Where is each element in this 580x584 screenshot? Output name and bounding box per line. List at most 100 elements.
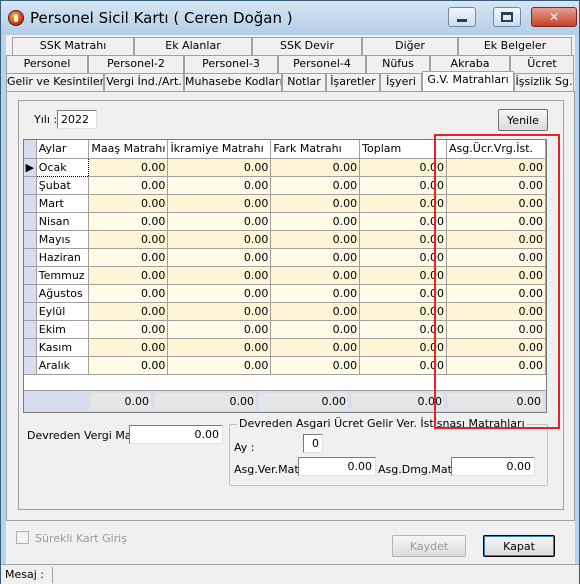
row-indicator[interactable] <box>24 194 37 213</box>
tab-ucret[interactable]: Ücret <box>510 55 574 73</box>
tab-muhasebe-kodlari[interactable]: Muhasebe Kodları <box>184 73 282 91</box>
min-wage-exemption-cell[interactable]: 0.00 <box>446 248 546 267</box>
bonus-base-cell[interactable]: 0.00 <box>167 248 272 267</box>
table-row[interactable]: Ağustos 0.00 0.00 0.00 0.00 0.00 <box>24 284 546 303</box>
salary-base-cell[interactable]: 0.00 <box>88 230 169 249</box>
tab-notlar[interactable]: Notlar <box>282 73 326 91</box>
month-cell[interactable]: Nisan <box>36 212 90 231</box>
month-cell[interactable]: Şubat <box>36 176 90 195</box>
title-bar[interactable]: Personel Sicil Kartı ( Ceren Doğan ) ✕ <box>1 1 579 35</box>
column-header-total[interactable]: Toplam <box>359 140 448 159</box>
difference-base-cell[interactable]: 0.00 <box>270 356 361 375</box>
table-row[interactable]: Haziran 0.00 0.00 0.00 0.00 0.00 <box>24 248 546 267</box>
difference-base-cell[interactable]: 0.00 <box>270 302 361 321</box>
bonus-base-cell[interactable]: 0.00 <box>167 194 272 213</box>
salary-base-cell[interactable]: 0.00 <box>88 158 169 177</box>
row-indicator[interactable] <box>24 302 37 321</box>
gv-matrah-grid[interactable]: Aylar Maaş Matrahı İkramiye Matrahı Fark… <box>23 139 547 413</box>
month-cell[interactable]: Eylül <box>36 302 90 321</box>
month-cell[interactable]: Aralık <box>36 356 90 375</box>
table-row[interactable]: ▶ Ocak 0.00 0.00 0.00 0.00 0.00 <box>24 157 546 177</box>
month-cell[interactable]: Mart <box>36 194 90 213</box>
tab-vergi-ind-art[interactable]: Vergi İnd./Art. <box>104 73 184 91</box>
table-row[interactable]: Mart 0.00 0.00 0.00 0.00 0.00 <box>24 194 546 213</box>
difference-base-cell[interactable]: 0.00 <box>270 176 361 195</box>
row-indicator[interactable] <box>24 338 37 357</box>
table-row[interactable]: Aralık 0.00 0.00 0.00 0.00 0.00 <box>24 356 546 375</box>
row-indicator[interactable] <box>24 248 37 267</box>
min-wage-exemption-cell[interactable]: 0.00 <box>446 284 546 303</box>
tab-ek-alanlar[interactable]: Ek Alanlar <box>134 37 252 55</box>
month-cell[interactable]: Ekim <box>36 320 90 339</box>
bonus-base-cell[interactable]: 0.00 <box>167 176 272 195</box>
bonus-base-cell[interactable]: 0.00 <box>167 158 272 177</box>
difference-base-cell[interactable]: 0.00 <box>270 212 361 231</box>
stamp-base-input[interactable]: 0.00 <box>451 457 535 476</box>
column-header-bonus-base[interactable]: İkramiye Matrahı <box>167 140 272 159</box>
bonus-base-cell[interactable]: 0.00 <box>167 356 272 375</box>
bonus-base-cell[interactable]: 0.00 <box>167 230 272 249</box>
total-cell[interactable]: 0.00 <box>359 176 448 195</box>
tab-isaretler[interactable]: İşaretler <box>326 73 380 91</box>
tab-ek-belgeler[interactable]: Ek Belgeler <box>458 37 572 55</box>
tab-nufus[interactable]: Nüfus <box>366 55 430 73</box>
month-input[interactable]: 0 <box>303 434 323 453</box>
close-window-button[interactable]: ✕ <box>531 7 577 27</box>
min-wage-exemption-cell[interactable]: 0.00 <box>446 302 546 321</box>
min-wage-exemption-cell[interactable]: 0.00 <box>446 320 546 339</box>
salary-base-cell[interactable]: 0.00 <box>88 248 169 267</box>
carried-tax-input[interactable]: 0.00 <box>129 425 223 444</box>
difference-base-cell[interactable]: 0.00 <box>270 320 361 339</box>
month-cell[interactable]: Temmuz <box>36 266 90 285</box>
salary-base-cell[interactable]: 0.00 <box>88 356 169 375</box>
salary-base-cell[interactable]: 0.00 <box>88 212 169 231</box>
min-wage-exemption-cell[interactable]: 0.00 <box>446 194 546 213</box>
min-wage-exemption-cell[interactable]: 0.00 <box>446 176 546 195</box>
row-indicator[interactable] <box>24 230 37 249</box>
minimize-button[interactable] <box>448 7 476 27</box>
min-wage-exemption-cell[interactable]: 0.00 <box>446 230 546 249</box>
month-cell[interactable]: Ağustos <box>36 284 90 303</box>
total-cell[interactable]: 0.00 <box>359 338 448 357</box>
tab-personel[interactable]: Personel <box>6 55 88 73</box>
row-indicator[interactable] <box>24 266 37 285</box>
close-button[interactable]: Kapat <box>483 535 555 557</box>
tab-issizlik-sg[interactable]: İşsizlik Sg. <box>514 73 574 91</box>
tab-isyeri[interactable]: İşyeri <box>380 73 422 91</box>
year-input[interactable]: 2022 <box>57 110 97 129</box>
table-row[interactable]: Nisan 0.00 0.00 0.00 0.00 0.00 <box>24 212 546 231</box>
total-cell[interactable]: 0.00 <box>359 356 448 375</box>
tab-ssk-devir[interactable]: SSK Devir <box>252 37 362 55</box>
row-indicator[interactable]: ▶ <box>24 158 37 177</box>
difference-base-cell[interactable]: 0.00 <box>270 266 361 285</box>
difference-base-cell[interactable]: 0.00 <box>270 248 361 267</box>
table-row[interactable]: Kasım 0.00 0.00 0.00 0.00 0.00 <box>24 338 546 357</box>
tab-personel-2[interactable]: Personel-2 <box>88 55 184 73</box>
tab-gelir-ve-kesintiler[interactable]: Gelir ve Kesintiler <box>6 73 104 91</box>
difference-base-cell[interactable]: 0.00 <box>270 338 361 357</box>
table-row[interactable]: Mayıs 0.00 0.00 0.00 0.00 0.00 <box>24 230 546 249</box>
bonus-base-cell[interactable]: 0.00 <box>167 284 272 303</box>
salary-base-cell[interactable]: 0.00 <box>88 302 169 321</box>
month-cell[interactable]: Mayıs <box>36 230 90 249</box>
bonus-base-cell[interactable]: 0.00 <box>167 212 272 231</box>
tab-diger[interactable]: Diğer <box>362 37 458 55</box>
total-cell[interactable]: 0.00 <box>359 320 448 339</box>
salary-base-cell[interactable]: 0.00 <box>88 284 169 303</box>
tab-personel-3[interactable]: Personel-3 <box>184 55 278 73</box>
min-wage-exemption-cell[interactable]: 0.00 <box>446 356 546 375</box>
bonus-base-cell[interactable]: 0.00 <box>167 338 272 357</box>
total-cell[interactable]: 0.00 <box>359 212 448 231</box>
table-row[interactable]: Şubat 0.00 0.00 0.00 0.00 0.00 <box>24 176 546 195</box>
min-wage-exemption-cell[interactable]: 0.00 <box>446 266 546 285</box>
salary-base-cell[interactable]: 0.00 <box>88 194 169 213</box>
total-cell[interactable]: 0.00 <box>359 302 448 321</box>
row-indicator[interactable] <box>24 356 37 375</box>
continuous-entry-checkbox[interactable] <box>16 531 29 544</box>
difference-base-cell[interactable]: 0.00 <box>270 194 361 213</box>
salary-base-cell[interactable]: 0.00 <box>88 176 169 195</box>
salary-base-cell[interactable]: 0.00 <box>88 338 169 357</box>
min-wage-exemption-cell[interactable]: 0.00 <box>446 212 546 231</box>
row-indicator[interactable] <box>24 212 37 231</box>
month-cell[interactable]: Ocak <box>35 157 90 177</box>
